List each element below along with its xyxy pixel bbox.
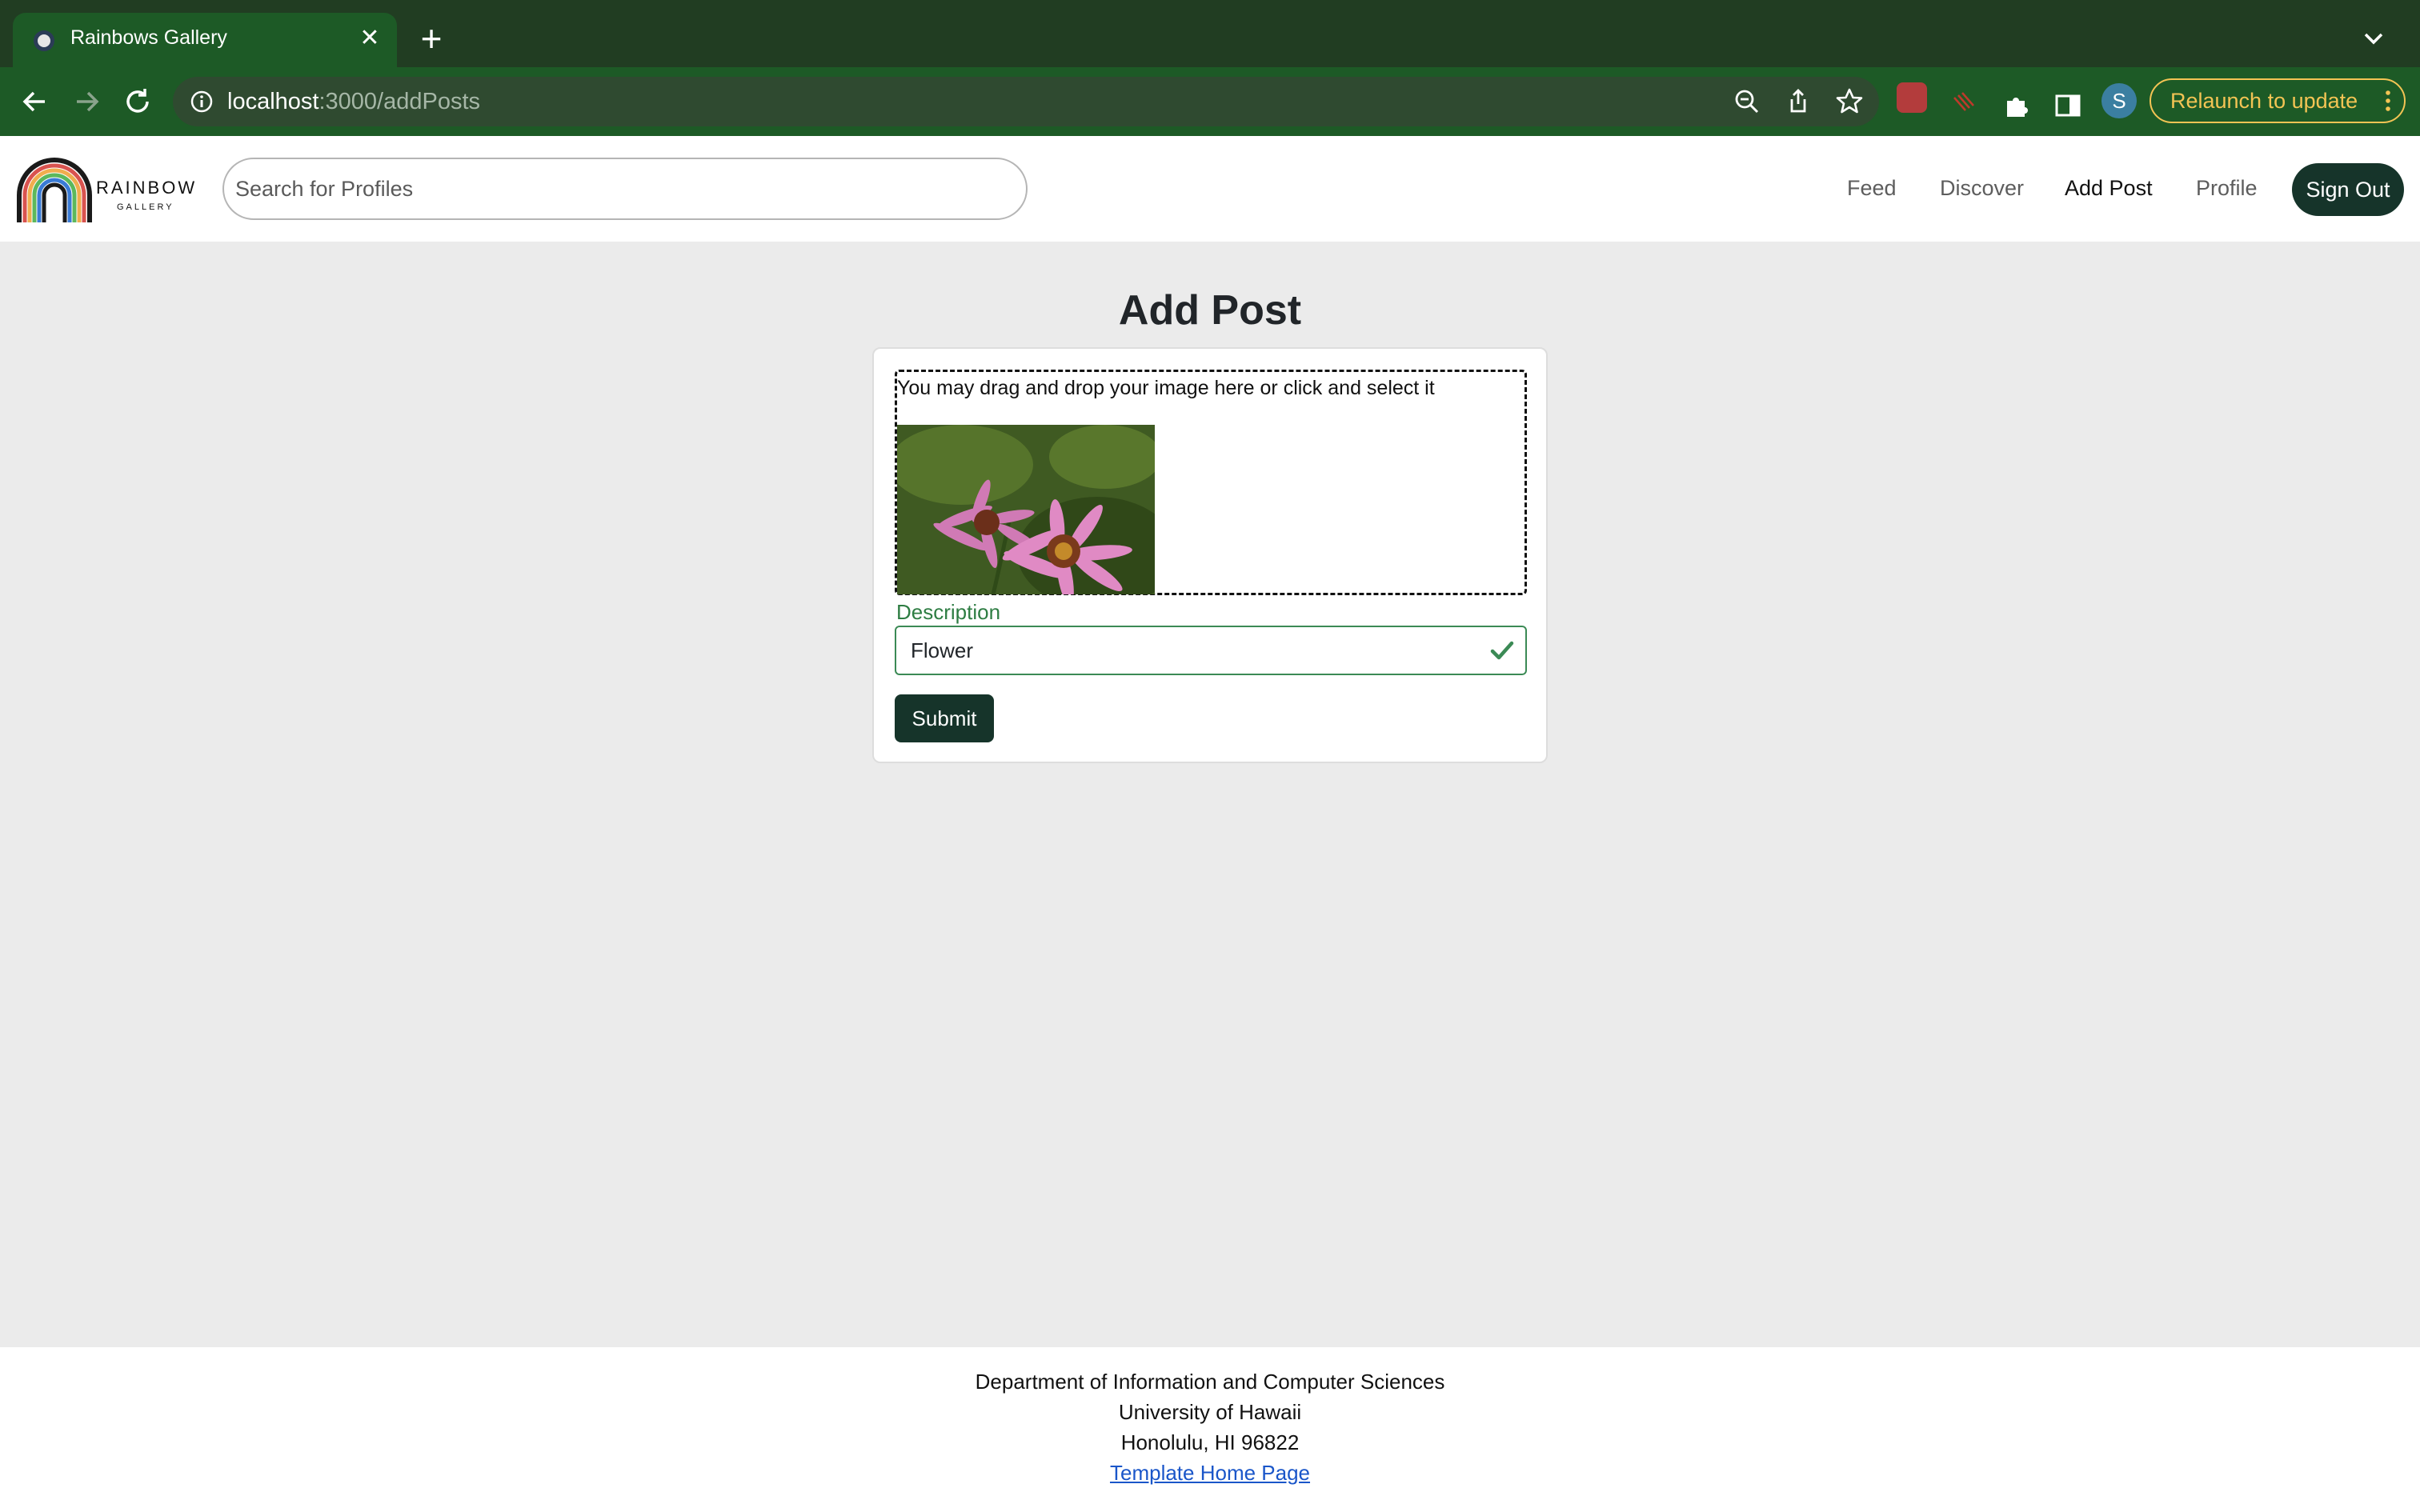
browser-toolbar: localhost:3000/addPosts (0, 67, 2420, 136)
new-tab-icon[interactable]: + (411, 20, 451, 61)
footer: Department of Information and Computer S… (0, 1347, 2420, 1512)
more-vertical-icon[interactable] (2378, 80, 2398, 122)
image-dropzone[interactable]: You may drag and drop your image here or… (895, 370, 1527, 595)
submit-button[interactable]: Submit (895, 694, 994, 742)
checkmark-icon (1490, 641, 1514, 660)
rainbow-gallery-logo[interactable]: RAINBOW GALLERY (16, 154, 208, 226)
footer-address: Honolulu, HI 96822 (1120, 1430, 1300, 1454)
chevron-down-icon[interactable] (2358, 22, 2390, 54)
share-icon[interactable] (1783, 86, 1813, 117)
close-tab-icon[interactable]: ✕ (354, 22, 386, 54)
browser-tabstrip: Rainbows Gallery ✕ + (0, 0, 2420, 67)
url-path: :3000/addPosts (319, 89, 481, 114)
side-panel-icon[interactable] (2052, 90, 2084, 122)
relaunch-button[interactable]: Relaunch to update (2150, 78, 2406, 123)
dropzone-instructions: You may drag and drop your image here or… (897, 377, 1435, 399)
footer-university: University of Hawaii (1118, 1400, 1302, 1424)
back-arrow-icon[interactable] (16, 82, 54, 121)
address-bar[interactable]: localhost:3000/addPosts (173, 77, 1879, 126)
search-profiles-input[interactable] (222, 158, 1028, 220)
extensions-puzzle-icon[interactable] (2001, 90, 2033, 122)
nav-link-discover[interactable]: Discover (1940, 176, 2024, 201)
footer-department: Department of Information and Computer S… (975, 1370, 1445, 1394)
tab-title: Rainbows Gallery (70, 26, 227, 49)
footer-link-row: Template Home Page (0, 1461, 2420, 1486)
logo-subtext: GALLERY (117, 202, 174, 212)
app-navbar: RAINBOW GALLERY Feed Discover Add Post P… (0, 136, 2420, 242)
add-post-form: You may drag and drop your image here or… (872, 347, 1548, 763)
uploaded-image-preview (897, 425, 1155, 594)
reload-icon[interactable] (118, 82, 157, 121)
extension-red-icon[interactable] (1897, 82, 1927, 113)
url-host: localhost (227, 89, 319, 114)
site-info-icon[interactable] (189, 89, 214, 114)
template-home-link[interactable]: Template Home Page (1110, 1461, 1310, 1485)
description-label: Description (896, 600, 1001, 624)
description-field[interactable] (895, 626, 1527, 675)
bookmark-star-icon[interactable] (1834, 86, 1865, 117)
page-title: Add Post (1118, 287, 1302, 334)
url-text: localhost:3000/addPosts (227, 89, 480, 115)
logo-text: RAINBOW (96, 178, 197, 198)
extension-stripes-icon[interactable] (1949, 86, 1977, 114)
browser-tab[interactable]: Rainbows Gallery ✕ (13, 13, 397, 67)
sign-out-button[interactable]: Sign Out (2292, 163, 2404, 216)
profile-avatar[interactable]: S (2101, 83, 2137, 118)
nav-link-profile[interactable]: Profile (2196, 176, 2258, 201)
relaunch-label: Relaunch to update (2170, 89, 2358, 113)
nav-link-feed[interactable]: Feed (1847, 176, 1897, 201)
nav-link-add-post[interactable]: Add Post (2065, 176, 2153, 201)
tab-favicon-icon (34, 30, 54, 51)
zoom-out-icon[interactable] (1732, 86, 1762, 117)
forward-arrow-icon[interactable] (67, 82, 106, 121)
